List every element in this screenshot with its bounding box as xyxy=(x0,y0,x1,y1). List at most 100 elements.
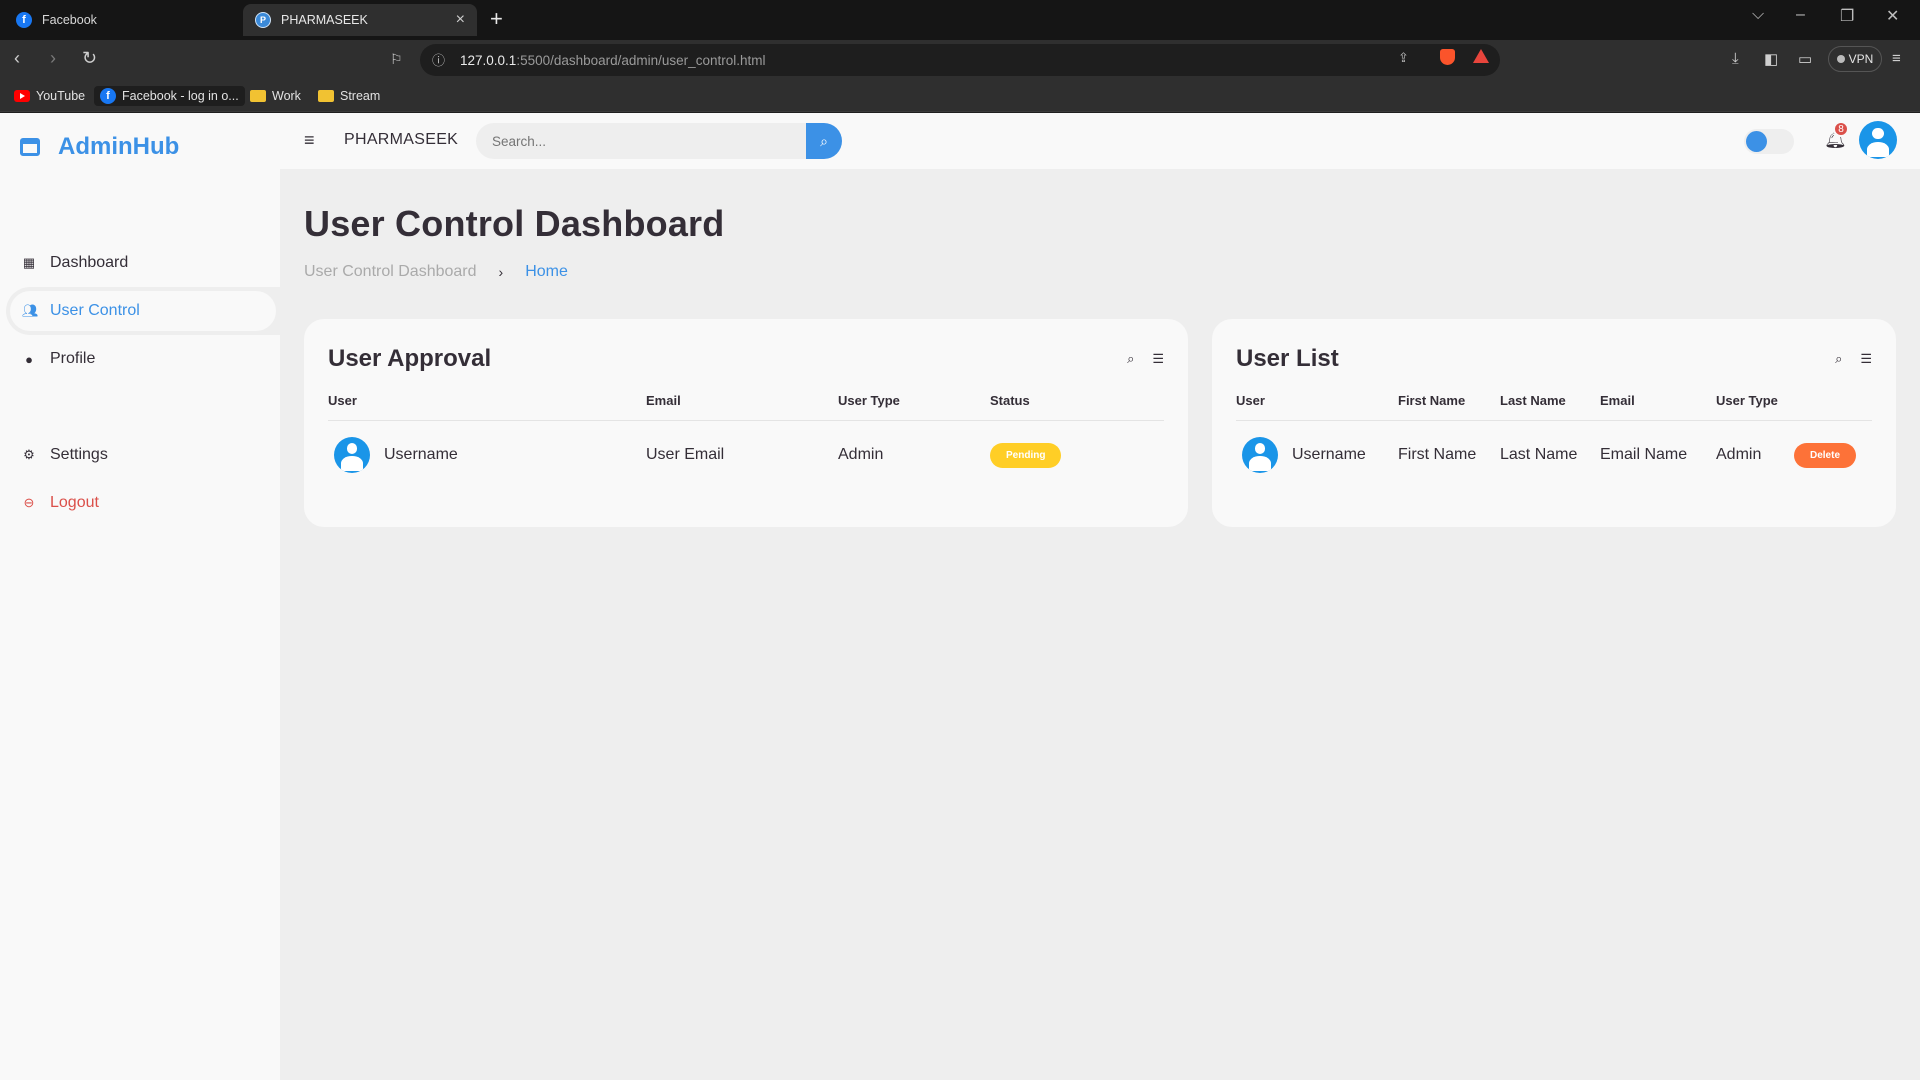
user-email: User Email xyxy=(646,446,725,463)
column-header: Last Name xyxy=(1500,393,1600,421)
notification-badge: 8 xyxy=(1833,121,1849,137)
chevron-right-icon: › xyxy=(498,264,504,280)
menu-toggle-icon[interactable]: ≡ xyxy=(304,130,315,151)
sidebar: AdminHub ▦ Dashboard 👥︎ User Control ● P… xyxy=(0,113,280,1080)
username: Username xyxy=(384,446,458,463)
logout-icon: ⊖ xyxy=(23,495,35,510)
download-icon[interactable]: ⤓ xyxy=(1732,50,1739,67)
bookmark-folder-work[interactable]: Work xyxy=(250,86,301,106)
share-icon[interactable]: ⇪ xyxy=(1398,50,1409,66)
sidebar-item-label: Logout xyxy=(50,494,99,511)
bookmark-label: Facebook - log in o... xyxy=(122,89,239,103)
address-bar[interactable]: 127.0.0.1:5500/dashboard/admin/user_cont… xyxy=(420,44,1500,76)
breadcrumb-item[interactable]: User Control Dashboard xyxy=(304,263,477,281)
browser-tab-bar: f Facebook P PHARMASEEK × + ⌵ – ❐ ✕ xyxy=(0,0,1920,40)
brave-rewards-icon[interactable] xyxy=(1473,49,1489,63)
user-type: Admin xyxy=(1716,446,1762,463)
site-info-icon[interactable]: ⓘ xyxy=(432,50,445,69)
filter-icon[interactable]: ☰ xyxy=(1860,351,1872,367)
breadcrumb: User Control Dashboard › Home xyxy=(304,263,724,281)
user-avatar xyxy=(334,437,370,473)
store-icon xyxy=(20,138,40,156)
wallet-icon[interactable]: ▭ xyxy=(1798,50,1812,68)
nav-title[interactable]: PHARMASEEK xyxy=(344,131,458,149)
brand-name: AdminHub xyxy=(58,133,180,160)
vpn-label: VPN xyxy=(1848,52,1874,66)
delete-button[interactable]: Delete xyxy=(1794,442,1857,468)
close-window-icon[interactable]: ✕ xyxy=(1886,6,1899,26)
reload-icon[interactable]: ↻ xyxy=(82,48,97,69)
tab-pharmaseek[interactable]: P PHARMASEEK × xyxy=(243,4,477,36)
brave-shields-icon[interactable] xyxy=(1440,49,1455,65)
folder-icon xyxy=(318,90,334,102)
column-header: User Type xyxy=(1716,393,1794,421)
admin-app: AdminHub ▦ Dashboard 👥︎ User Control ● P… xyxy=(0,113,1920,1080)
bookmark-folder-stream[interactable]: Stream xyxy=(318,86,380,106)
menu-icon[interactable]: ≡ xyxy=(1892,50,1901,67)
sidebar-item-label: Dashboard xyxy=(50,254,129,271)
bookmark-label: YouTube xyxy=(36,89,86,103)
facebook-icon: f xyxy=(100,88,116,104)
tab-facebook[interactable]: f Facebook xyxy=(4,4,240,36)
bookmark-youtube[interactable]: YouTube xyxy=(14,86,85,106)
dark-mode-toggle[interactable] xyxy=(1744,129,1794,154)
sidebar-item-logout[interactable]: ⊖ Logout xyxy=(6,479,280,527)
user-email: Email Name xyxy=(1600,446,1688,463)
back-icon[interactable]: ‹ xyxy=(14,48,20,69)
user-avatar xyxy=(1242,437,1278,473)
youtube-icon xyxy=(14,90,30,102)
brand-logo[interactable]: AdminHub xyxy=(20,127,179,167)
url-path: :5500/dashboard/admin/user_control.html xyxy=(516,52,766,68)
profile-avatar[interactable] xyxy=(1859,121,1897,159)
card-title: User List xyxy=(1236,345,1339,372)
notification-button[interactable]: 🔔︎ 8 xyxy=(1824,121,1849,150)
search-icon: ⌕ xyxy=(820,132,828,149)
sidebar-toggle-icon[interactable]: ◧ xyxy=(1764,50,1778,68)
sidebar-item-label: Profile xyxy=(50,350,96,367)
approval-table: User Email User Type Status Username Use… xyxy=(328,393,1164,473)
search-icon[interactable]: ⌕ xyxy=(1835,351,1842,367)
last-name: Last Name xyxy=(1500,446,1578,463)
column-header: First Name xyxy=(1398,393,1500,421)
side-menu-bottom: ⚙ Settings ⊖ Logout xyxy=(0,431,280,527)
new-tab-icon[interactable]: + xyxy=(490,6,503,32)
sidebar-item-label: Settings xyxy=(50,446,108,463)
close-tab-icon[interactable]: × xyxy=(456,11,465,29)
folder-icon xyxy=(250,90,266,102)
sidebar-item-label: User Control xyxy=(50,302,140,319)
url-host: 127.0.0.1 xyxy=(460,52,517,68)
search-form: ⌕ xyxy=(476,123,846,159)
minimize-icon[interactable]: – xyxy=(1796,6,1805,24)
pharmaseek-favicon-icon: P xyxy=(255,12,271,28)
gear-icon: ⚙ xyxy=(23,447,35,462)
bookmark-facebook[interactable]: f Facebook - log in o... xyxy=(94,86,245,106)
search-button[interactable]: ⌕ xyxy=(806,123,842,159)
column-header: User Type xyxy=(838,393,990,421)
main-content: User Control Dashboard User Control Dash… xyxy=(304,203,724,281)
column-header: User xyxy=(328,393,646,421)
filter-icon[interactable]: ☰ xyxy=(1152,351,1164,367)
bookmark-icon[interactable]: ⚐ xyxy=(390,51,403,68)
forward-icon[interactable]: › xyxy=(50,48,56,69)
column-header: User xyxy=(1236,393,1398,421)
table-row: Username First Name Last Name Email Name… xyxy=(1236,421,1872,473)
column-header: Email xyxy=(646,393,838,421)
browser-toolbar: ‹ › ↻ ⚐ 127.0.0.1:5500/dashboard/admin/u… xyxy=(0,40,1920,80)
top-nav: ≡ PHARMASEEK ⌕ 🔔︎ 8 xyxy=(280,113,1920,169)
column-header: Status xyxy=(990,393,1164,421)
search-input[interactable] xyxy=(476,123,806,159)
restore-icon[interactable]: ❐ xyxy=(1840,6,1854,26)
status-badge[interactable]: Pending xyxy=(990,442,1062,468)
search-icon[interactable]: ⌕ xyxy=(1127,351,1134,367)
sidebar-item-profile[interactable]: ● Profile xyxy=(6,335,280,383)
breadcrumb-home[interactable]: Home xyxy=(525,263,568,281)
sidebar-item-user-control[interactable]: 👥︎ User Control xyxy=(6,287,280,335)
username: Username xyxy=(1292,446,1366,463)
tab-search-chevron-icon[interactable]: ⌵ xyxy=(1752,6,1764,24)
profile-icon: ● xyxy=(25,351,33,367)
sidebar-item-settings[interactable]: ⚙ Settings xyxy=(6,431,280,479)
toggle-knob xyxy=(1746,131,1767,152)
vpn-button[interactable]: VPN xyxy=(1828,46,1882,72)
users-icon: 👥︎ xyxy=(22,303,39,318)
sidebar-item-dashboard[interactable]: ▦ Dashboard xyxy=(6,239,280,287)
